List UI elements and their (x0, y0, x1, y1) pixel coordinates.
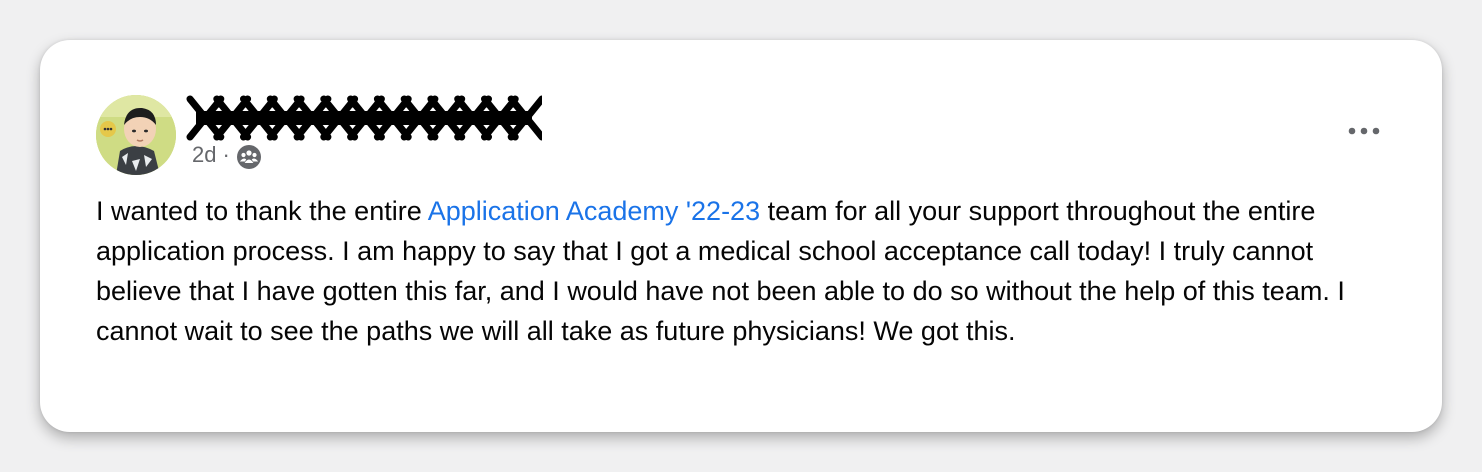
more-options-button[interactable] (1342, 114, 1386, 148)
post-card: 2d · I wanted to thank the entire Applic… (40, 40, 1442, 432)
post-body: I wanted to thank the entire Application… (96, 191, 1396, 351)
author-avatar[interactable] (96, 95, 176, 175)
redaction-band (196, 111, 532, 125)
redacted-name-scribble (186, 95, 546, 141)
group-audience-icon[interactable] (236, 144, 262, 170)
group-link[interactable]: Application Academy '22-23 (428, 196, 760, 226)
post-meta: 2d · (192, 140, 262, 170)
more-horizontal-icon (1348, 127, 1380, 135)
post-timestamp[interactable]: 2d (192, 142, 216, 168)
post-text-start: I wanted to thank the entire (96, 196, 428, 226)
author-name[interactable] (186, 95, 546, 141)
meta-separator: · (222, 142, 230, 167)
avatar-image (96, 95, 176, 175)
